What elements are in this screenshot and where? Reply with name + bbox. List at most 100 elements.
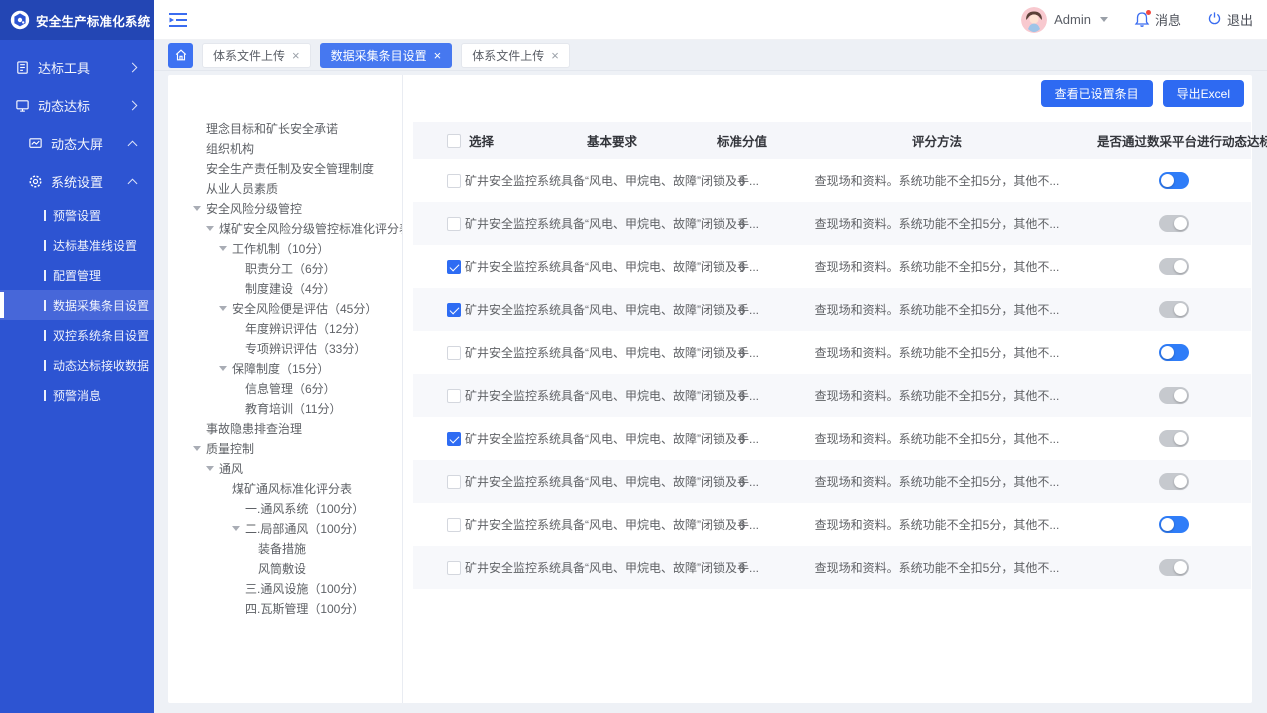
tree-expand-caret-icon[interactable] (193, 206, 206, 211)
tree-node[interactable]: 组织机构 (168, 138, 402, 158)
home-button[interactable] (168, 43, 193, 68)
row-checkbox[interactable] (447, 475, 461, 489)
sidebar-subitem-6[interactable]: 动态达标接收数据 (0, 350, 154, 380)
sidebar: 安全生产标准化系统 达标工具 (0, 0, 154, 713)
sidebar-item-dynamic-standards[interactable]: 动态达标 (0, 86, 154, 124)
sidebar-subitem-7[interactable]: 预警消息 (0, 380, 154, 410)
tree-node-label: 专项辨识评估（33分） (245, 340, 366, 357)
tree-node[interactable]: 制度建设（4分） (168, 278, 402, 298)
toggle-knob (1161, 346, 1174, 359)
tab-1[interactable]: 体系文件上传× (202, 43, 311, 68)
dynamic-standard-toggle[interactable] (1159, 387, 1189, 404)
row-checkbox[interactable] (447, 174, 461, 188)
collapse-sidebar-icon[interactable] (168, 12, 188, 28)
tree-node-label: 职责分工（6分） (245, 260, 336, 277)
export-excel-button[interactable]: 导出Excel (1163, 80, 1244, 107)
app-title: 安全生产标准化系统 (36, 11, 150, 30)
app-logo-icon (10, 10, 30, 30)
tree-node[interactable]: 工作机制（10分） (168, 238, 402, 258)
row-checkbox[interactable] (447, 260, 461, 274)
tree-expand-caret-icon[interactable] (219, 246, 232, 251)
row-checkbox[interactable] (447, 303, 461, 317)
tree-node[interactable]: 职责分工（6分） (168, 258, 402, 278)
tree-node-label: 三.通风设施（100分） (245, 580, 364, 597)
sidebar-item-system-settings[interactable]: 系统设置 (0, 162, 154, 200)
tree-node[interactable]: 一.通风系统（100分） (168, 498, 402, 518)
tree-node[interactable]: 四.瓦斯管理（100分） (168, 598, 402, 618)
sidebar-item-dynamic-bigscreen[interactable]: 动态大屏 (0, 124, 154, 162)
row-checkbox[interactable] (447, 561, 461, 575)
cell-score: 6 (707, 518, 777, 532)
tab-3[interactable]: 体系文件上传× (461, 43, 570, 68)
table-header-row: 选择 基本要求 标准分值 评分方法 是否通过数采平台进行动态达标 (413, 122, 1251, 159)
dynamic-standard-toggle[interactable] (1159, 172, 1189, 189)
view-set-items-button[interactable]: 查看已设置条目 (1041, 80, 1153, 107)
sidebar-subitem-2[interactable]: 达标基准线设置 (0, 230, 154, 260)
table-row: 矿井安全监控系统具备“风电、甲烷电、故障”闭锁及手...6查现场和资料。系统功能… (413, 159, 1251, 202)
tree-node[interactable]: 年度辨识评估（12分） (168, 318, 402, 338)
sidebar-subitem-1[interactable]: 预警设置 (0, 200, 154, 230)
header-method: 评分方法 (777, 131, 1097, 150)
messages-button[interactable]: 消息 (1134, 10, 1181, 29)
subitem-bar (44, 300, 46, 311)
tree-expand-caret-icon[interactable] (206, 226, 219, 231)
dynamic-standard-toggle[interactable] (1159, 473, 1189, 490)
dynamic-standard-toggle[interactable] (1159, 344, 1189, 361)
cell-requirement: 矿井安全监控系统具备“风电、甲烷电、故障”闭锁及手... (517, 387, 707, 404)
row-checkbox[interactable] (447, 432, 461, 446)
tree-node[interactable]: 二.局部通风（100分） (168, 518, 402, 538)
sidebar-subitem-3[interactable]: 配置管理 (0, 260, 154, 290)
dynamic-standard-toggle[interactable] (1159, 516, 1189, 533)
tab-2[interactable]: 数据采集条目设置× (320, 43, 453, 68)
select-all-checkbox[interactable] (447, 134, 461, 148)
sidebar-submenu: 预警设置达标基准线设置配置管理数据采集条目设置双控系统条目设置动态达标接收数据预… (0, 200, 154, 410)
tree-node[interactable]: 安全风险便是评估（45分） (168, 298, 402, 318)
tab-close-icon[interactable]: × (292, 49, 300, 62)
tree-expand-caret-icon[interactable] (219, 366, 232, 371)
row-checkbox[interactable] (447, 346, 461, 360)
tree-node[interactable]: 教育培训（11分） (168, 398, 402, 418)
tree-node[interactable]: 煤矿通风标准化评分表 (168, 478, 402, 498)
dynamic-standard-toggle[interactable] (1159, 559, 1189, 576)
tree-node[interactable]: 风筒敷设 (168, 558, 402, 578)
toggle-knob (1174, 303, 1187, 316)
tree-node[interactable]: 安全风险分级管控 (168, 198, 402, 218)
tab-close-icon[interactable]: × (551, 49, 559, 62)
row-checkbox[interactable] (447, 518, 461, 532)
tree-expand-caret-icon[interactable] (219, 306, 232, 311)
tree-node[interactable]: 安全生产责任制及安全管理制度 (168, 158, 402, 178)
subitem-label: 达标基准线设置 (53, 237, 137, 254)
user-menu[interactable]: Admin (1021, 7, 1108, 33)
table-row: 矿井安全监控系统具备“风电、甲烷电、故障”闭锁及手...6查现场和资料。系统功能… (413, 331, 1251, 374)
cell-method: 查现场和资料。系统功能不全扣5分，其他不... (777, 559, 1097, 576)
sidebar-subitem-5[interactable]: 双控系统条目设置 (0, 320, 154, 350)
tree-node[interactable]: 通风 (168, 458, 402, 478)
dynamic-standard-toggle[interactable] (1159, 430, 1189, 447)
tree-node[interactable]: 保障制度（15分） (168, 358, 402, 378)
sidebar-subitem-4[interactable]: 数据采集条目设置 (0, 290, 154, 320)
tree-node[interactable]: 信息管理（6分） (168, 378, 402, 398)
tab-close-icon[interactable]: × (434, 49, 442, 62)
tree-node[interactable]: 从业人员素质 (168, 178, 402, 198)
sidebar-item-standards-tools[interactable]: 达标工具 (0, 48, 154, 86)
bigscreen-icon (27, 135, 43, 151)
tree-node[interactable]: 三.通风设施（100分） (168, 578, 402, 598)
row-checkbox[interactable] (447, 217, 461, 231)
dynamic-standard-toggle[interactable] (1159, 215, 1189, 232)
dynamic-standard-toggle[interactable] (1159, 301, 1189, 318)
tree-expand-caret-icon[interactable] (232, 526, 245, 531)
dropdown-caret-icon (1100, 17, 1108, 22)
tree-node[interactable]: 理念目标和矿长安全承诺 (168, 118, 402, 138)
tree-node[interactable]: 质量控制 (168, 438, 402, 458)
tree-node[interactable]: 事故隐患排查治理 (168, 418, 402, 438)
sidebar-item-label: 达标工具 (38, 58, 90, 77)
dynamic-standard-toggle[interactable] (1159, 258, 1189, 275)
tree-node[interactable]: 装备措施 (168, 538, 402, 558)
logout-button[interactable]: 退出 (1207, 10, 1253, 29)
tree-node[interactable]: 煤矿安全风险分级管控标准化评分表 (168, 218, 402, 238)
tree-expand-caret-icon[interactable] (193, 446, 206, 451)
tree-node[interactable]: 专项辨识评估（33分） (168, 338, 402, 358)
row-checkbox[interactable] (447, 389, 461, 403)
tree-expand-caret-icon[interactable] (206, 466, 219, 471)
cell-score: 6 (707, 217, 777, 231)
